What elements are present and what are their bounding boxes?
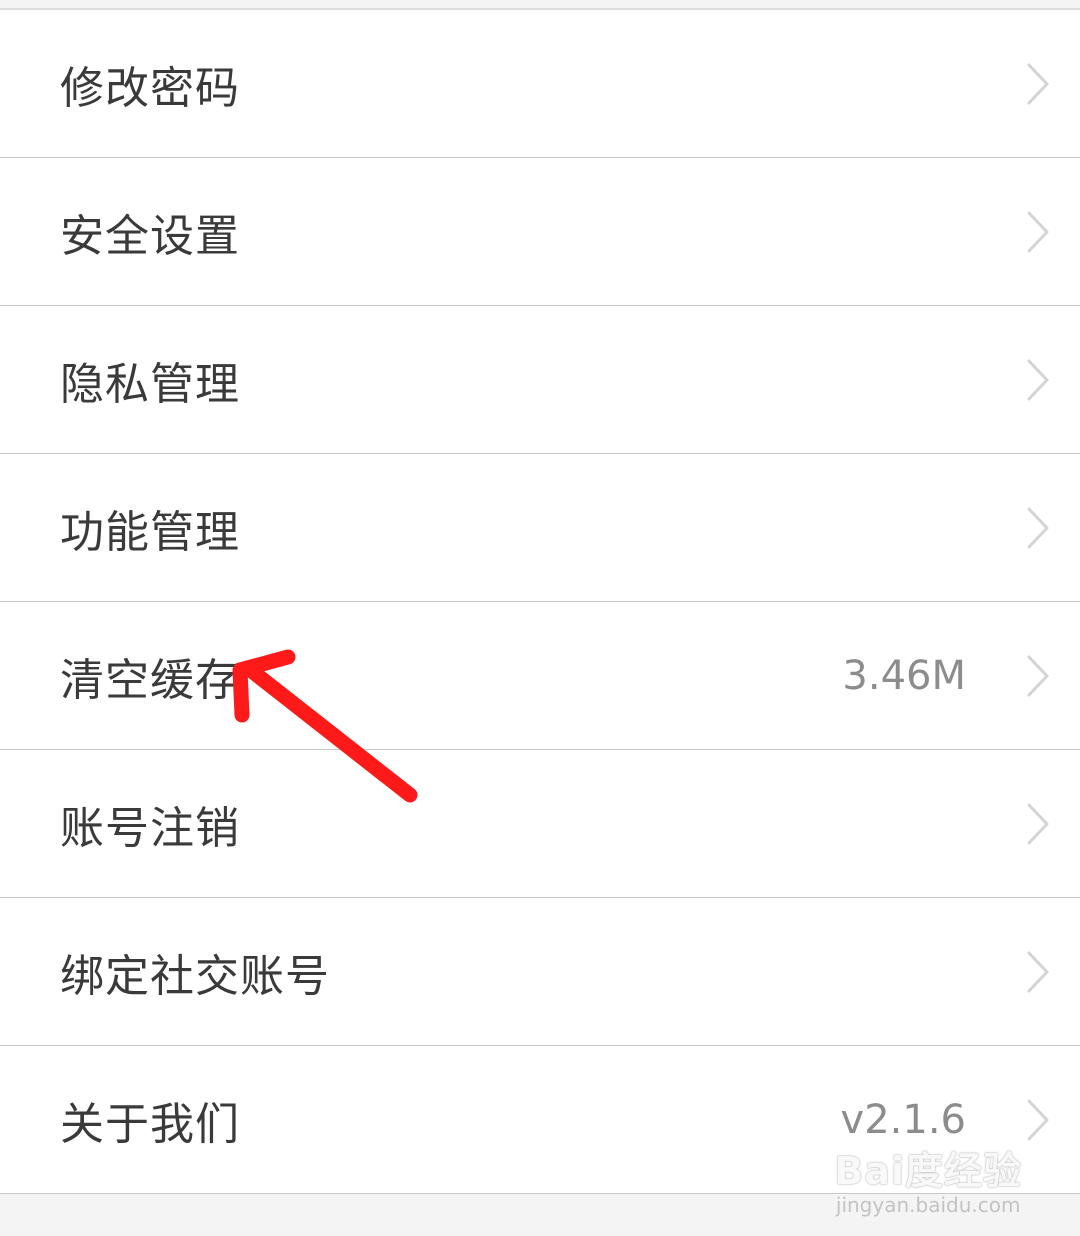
chevron-right-icon bbox=[1027, 211, 1049, 252]
settings-item-clear-cache[interactable]: 清空缓存 3.46M bbox=[0, 602, 1080, 750]
settings-item-label: 关于我们 bbox=[60, 1098, 240, 1150]
settings-list: 修改密码 安全设置 隐私管理 功能管理 清空缓存 3.46M 账号注销 绑定社交… bbox=[0, 10, 1080, 1194]
settings-item-label: 清空缓存 bbox=[60, 654, 240, 706]
chevron-right-icon bbox=[1027, 63, 1049, 104]
settings-item-label: 修改密码 bbox=[60, 62, 240, 114]
chevron-right-icon bbox=[1027, 655, 1049, 696]
settings-item-bind-social[interactable]: 绑定社交账号 bbox=[0, 898, 1080, 1046]
settings-item-account-cancel[interactable]: 账号注销 bbox=[0, 750, 1080, 898]
chevron-right-icon bbox=[1027, 803, 1049, 844]
settings-item-privacy[interactable]: 隐私管理 bbox=[0, 306, 1080, 454]
chevron-right-icon bbox=[1027, 951, 1049, 992]
app-version-value: v2.1.6 bbox=[840, 1096, 966, 1143]
settings-item-about[interactable]: 关于我们 v2.1.6 bbox=[0, 1046, 1080, 1194]
settings-item-label: 安全设置 bbox=[60, 210, 240, 262]
settings-item-change-password[interactable]: 修改密码 bbox=[0, 10, 1080, 158]
settings-item-features[interactable]: 功能管理 bbox=[0, 454, 1080, 602]
chevron-right-icon bbox=[1027, 507, 1049, 548]
cache-size-value: 3.46M bbox=[842, 652, 966, 699]
chevron-right-icon bbox=[1027, 1099, 1049, 1140]
bottom-background bbox=[0, 1194, 1080, 1236]
settings-item-label: 账号注销 bbox=[60, 802, 240, 854]
settings-item-label: 绑定社交账号 bbox=[60, 950, 330, 1002]
chevron-right-icon bbox=[1027, 359, 1049, 400]
settings-item-label: 功能管理 bbox=[60, 506, 240, 558]
settings-item-security[interactable]: 安全设置 bbox=[0, 158, 1080, 306]
settings-item-label: 隐私管理 bbox=[60, 358, 240, 410]
top-divider bbox=[0, 0, 1080, 10]
settings-screen: 修改密码 安全设置 隐私管理 功能管理 清空缓存 3.46M 账号注销 绑定社交… bbox=[0, 0, 1080, 1236]
